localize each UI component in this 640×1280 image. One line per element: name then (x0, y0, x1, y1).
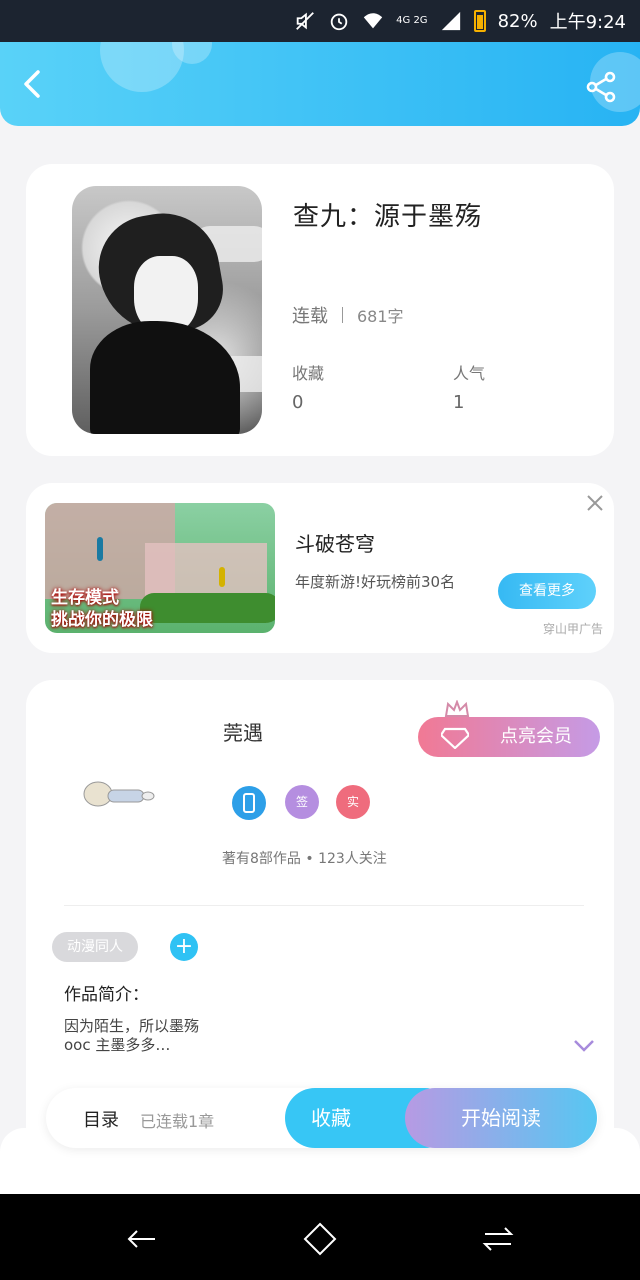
signal-icon (441, 11, 460, 31)
author-name[interactable]: 莞遇 (223, 717, 263, 746)
favorites-value: 0 (292, 392, 304, 413)
genre-tag[interactable]: 动漫同人 (52, 932, 138, 962)
ad-source: 穿山甲广告 (543, 622, 604, 636)
ad-description: 年度新游!好玩榜前30名 (295, 573, 456, 591)
battery-percent: 82% (497, 10, 538, 32)
clock: 上午9:24 (549, 12, 626, 33)
intro-label: 作品简介： (64, 985, 149, 1005)
nav-back-icon[interactable] (125, 1222, 159, 1256)
mute-icon (296, 12, 315, 30)
network-label: 4G 2G (396, 15, 428, 26)
author-meta: 著有8部作品 • 123人关注 (222, 851, 387, 867)
back-icon[interactable] (18, 68, 50, 100)
ad-image-figure (97, 537, 103, 561)
book-title: 查九：源于墨殇 (293, 202, 483, 232)
book-cover[interactable] (72, 186, 262, 434)
intro-text: 因为陌生，所以墨殇 ooc 主墨多多… (64, 1017, 200, 1054)
ad-more-button[interactable]: 查看更多 (498, 573, 596, 609)
chapter-count: 已连载1章 (140, 1112, 215, 1131)
wifi-icon (363, 13, 383, 29)
status-bar: 4G 2G 82% 上午9:24 (0, 0, 640, 42)
close-icon[interactable] (584, 492, 606, 514)
word-count: 681字 (357, 307, 404, 326)
ad-image-ground (140, 593, 275, 623)
ad-image-slogan: 生存模式 挑战你的极限 (51, 587, 153, 631)
ad-image-figure (219, 567, 225, 587)
badge-sign: 签 (285, 785, 319, 819)
share-icon[interactable] (584, 70, 618, 104)
ad-title: 斗破苍穹 (295, 532, 375, 556)
nav-recents-icon[interactable] (481, 1222, 515, 1256)
chevron-down-icon[interactable] (572, 1036, 596, 1054)
nav-home-icon[interactable] (303, 1222, 337, 1256)
toc-button[interactable]: 目录 (83, 1106, 119, 1132)
popularity-value: 1 (453, 392, 465, 413)
book-status: 连载 (292, 306, 328, 327)
ad-image[interactable]: 生存模式 挑战你的极限 (45, 503, 275, 633)
start-reading-button[interactable]: 开始阅读 (405, 1088, 597, 1148)
ad-image-slogan-line1: 生存模式 (51, 588, 119, 608)
ad-image-slogan-line2: 挑战你的极限 (51, 610, 153, 630)
favorites-label: 收藏 (292, 364, 325, 383)
battery-icon (473, 10, 486, 32)
meta-divider (342, 307, 343, 323)
alarm-icon (330, 13, 348, 31)
book-meta: 连载 681字 (292, 302, 404, 328)
cover-coat (90, 321, 240, 434)
author-avatar[interactable] (78, 774, 158, 814)
crown-icon (444, 700, 470, 717)
popularity-label: 人气 (453, 364, 486, 383)
decor-bubble (100, 42, 184, 92)
status-right: 4G 2G 82% 上午9:24 (294, 8, 626, 34)
device-badge-icon (232, 786, 266, 820)
diamond-icon (441, 727, 469, 749)
badge-real: 实 (336, 785, 370, 819)
add-tag-button[interactable]: + (170, 933, 198, 961)
top-header (0, 42, 640, 126)
divider (64, 905, 584, 906)
